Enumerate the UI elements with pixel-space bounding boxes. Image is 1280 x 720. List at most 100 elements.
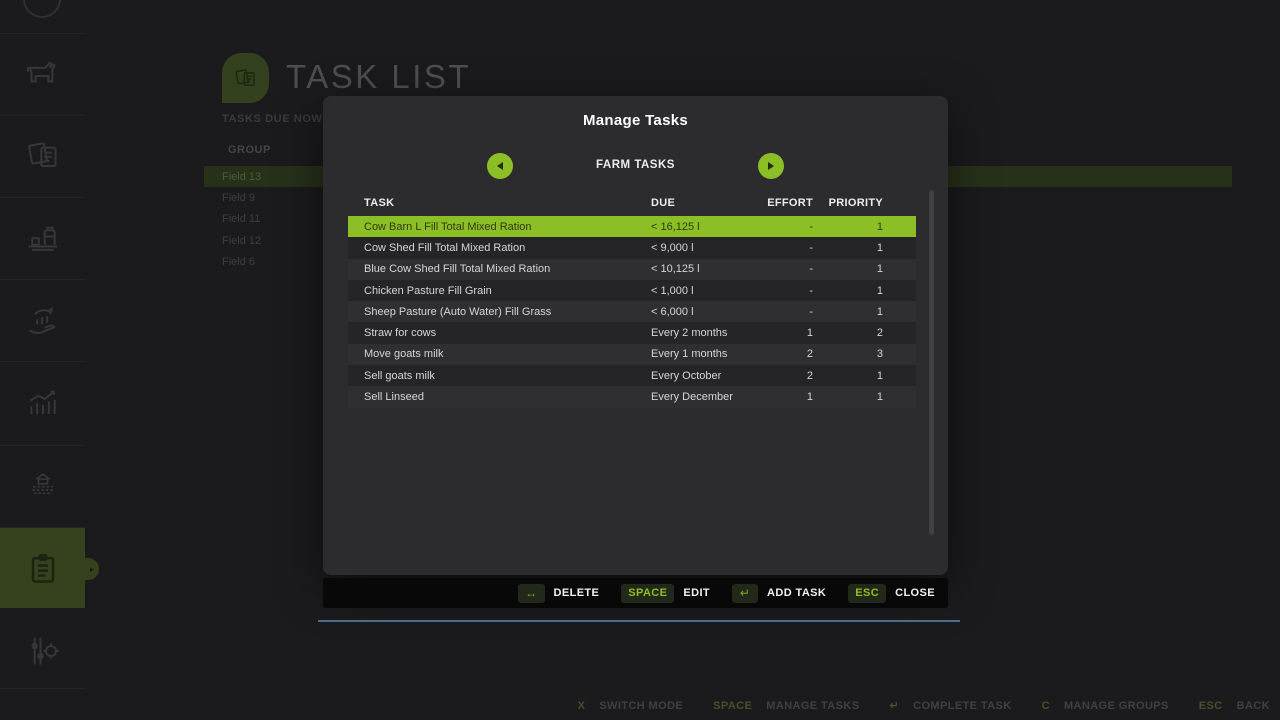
due-cell: < 6,000 l <box>651 306 758 318</box>
task-cell: Sell goats milk <box>364 370 651 382</box>
sidebar-divider <box>0 33 85 34</box>
scrollbar[interactable] <box>929 190 934 535</box>
delete-key-icon: ↔ <box>518 584 544 603</box>
effort-cell: 1 <box>758 327 813 339</box>
group-selector-label: FARM TASKS <box>323 159 948 171</box>
sidebar-item-mod-info[interactable] <box>21 463 65 507</box>
statistics-icon <box>23 384 63 424</box>
effort-column-header: EFFORT <box>758 197 813 209</box>
task-table: Cow Barn L Fill Total Mixed Ration< 16,1… <box>348 216 916 408</box>
task-cell: Chicken Pasture Fill Grain <box>364 285 651 297</box>
priority-cell: 1 <box>813 306 883 318</box>
action-edit[interactable]: SPACE EDIT <box>621 584 710 603</box>
task-list-icon <box>222 53 269 103</box>
scrollbar-thumb[interactable] <box>929 190 934 535</box>
task-row[interactable]: Move goats milkEvery 1 months23 <box>348 344 916 365</box>
hint-label: MANAGE TASKS <box>766 700 859 712</box>
task-cell: Cow Barn L Fill Total Mixed Ration <box>364 221 651 233</box>
due-cell: < 1,000 l <box>651 285 758 297</box>
task-row[interactable]: Blue Cow Shed Fill Total Mixed Ration< 1… <box>348 259 916 280</box>
action-close[interactable]: ESCCLOSE <box>848 584 935 603</box>
emblem-icon <box>23 465 63 505</box>
hand-chart-icon <box>23 301 63 341</box>
due-cell: < 9,000 l <box>651 242 758 254</box>
task-row[interactable]: Sell LinseedEvery December11 <box>348 386 916 407</box>
due-cell: Every October <box>651 370 758 382</box>
group-selector: FARM TASKS <box>323 153 948 179</box>
hint-complete-task: ↵ COMPLETE TASK <box>889 699 1011 712</box>
task-cell: Move goats milk <box>364 348 651 360</box>
chevron-right-icon <box>768 162 774 170</box>
hint-key: C <box>1042 700 1050 712</box>
manage-tasks-modal: Manage Tasks FARM TASKS TASK DUE EFFORT … <box>323 96 948 575</box>
space-key: SPACE <box>621 584 674 603</box>
sidebar-item-task-list[interactable] <box>21 547 65 591</box>
sidebar-item-contracts[interactable] <box>21 134 65 178</box>
sidebar-divider <box>0 688 85 689</box>
production-icon <box>23 219 63 259</box>
action-label: ADD TASK <box>767 587 826 599</box>
due-column-header: DUE <box>651 197 758 209</box>
hint-label: MANAGE GROUPS <box>1064 700 1169 712</box>
task-row[interactable]: Straw for cowsEvery 2 months12 <box>348 322 916 343</box>
effort-cell: 2 <box>758 370 813 382</box>
due-cell: Every 2 months <box>651 327 758 339</box>
priority-cell: 1 <box>813 242 883 254</box>
priority-cell: 1 <box>813 391 883 403</box>
enter-key-icon: ↵ <box>732 584 758 603</box>
task-cell: Sheep Pasture (Auto Water) Fill Grass <box>364 306 651 318</box>
task-cell: Straw for cows <box>364 327 651 339</box>
sidebar-item-animals[interactable] <box>21 52 65 96</box>
action-label: CLOSE <box>895 587 935 599</box>
sidebar: ▸ <box>0 0 85 720</box>
priority-column-header: PRIORITY <box>813 197 883 209</box>
due-cell: < 16,125 l <box>651 221 758 233</box>
action-delete[interactable]: ↔ DELETE <box>518 584 599 603</box>
priority-cell: 1 <box>813 263 883 275</box>
sidebar-item-statistics[interactable] <box>21 382 65 426</box>
effort-cell: 2 <box>758 348 813 360</box>
task-row[interactable]: Sheep Pasture (Auto Water) Fill Grass< 6… <box>348 301 916 322</box>
effort-cell: - <box>758 263 813 275</box>
next-group-button[interactable] <box>758 153 784 179</box>
due-cell: < 10,125 l <box>651 263 758 275</box>
cow-icon <box>23 54 63 94</box>
sidebar-divider <box>0 279 85 280</box>
priority-cell: 1 <box>813 285 883 297</box>
sidebar-item-production[interactable] <box>21 217 65 261</box>
effort-cell: - <box>758 285 813 297</box>
sliders-gear-icon <box>23 631 63 671</box>
task-cell: Cow Shed Fill Total Mixed Ration <box>364 242 651 254</box>
task-row[interactable]: Cow Shed Fill Total Mixed Ration< 9,000 … <box>348 237 916 258</box>
action-add-task[interactable]: ↵ ADD TASK <box>732 584 826 603</box>
task-column-header: TASK <box>364 197 651 209</box>
app-root: ▸ TASK LIST TASKS DUE NOW GROUP Field 13… <box>0 0 1280 720</box>
sidebar-item-finances[interactable] <box>21 299 65 343</box>
tasks-due-now-label: TASKS DUE NOW <box>222 113 322 125</box>
hint-label: BACK <box>1237 700 1270 712</box>
hint-key: SPACE <box>713 700 752 712</box>
task-row[interactable]: Cow Barn L Fill Total Mixed Ration< 16,1… <box>348 216 916 237</box>
hint-manage-tasks: SPACE MANAGE TASKS <box>713 700 859 712</box>
action-label: EDIT <box>683 587 710 599</box>
hint-key: ↵ <box>889 699 899 712</box>
clipboard-icon <box>23 549 63 589</box>
sidebar-divider <box>0 445 85 446</box>
sidebar-selected-arrow: ▸ <box>85 558 99 580</box>
hint-label: COMPLETE TASK <box>913 700 1012 712</box>
priority-cell: 3 <box>813 348 883 360</box>
due-cell: Every December <box>651 391 758 403</box>
sidebar-item-settings[interactable] <box>21 629 65 673</box>
page-title: TASK LIST <box>286 58 471 96</box>
priority-cell: 1 <box>813 370 883 382</box>
sidebar-divider <box>0 361 85 362</box>
task-cell: Sell Linseed <box>364 391 651 403</box>
task-row[interactable]: Chicken Pasture Fill Grain< 1,000 l-1 <box>348 280 916 301</box>
task-row[interactable]: Sell goats milkEvery October21 <box>348 365 916 386</box>
table-header: TASK DUE EFFORT PRIORITY <box>348 194 916 212</box>
documents-icon <box>23 136 63 176</box>
hint-switch-mode: XSWITCH MODE <box>578 700 684 712</box>
papers-icon <box>232 65 259 92</box>
divider-line <box>318 620 960 622</box>
action-label: DELETE <box>554 587 600 599</box>
